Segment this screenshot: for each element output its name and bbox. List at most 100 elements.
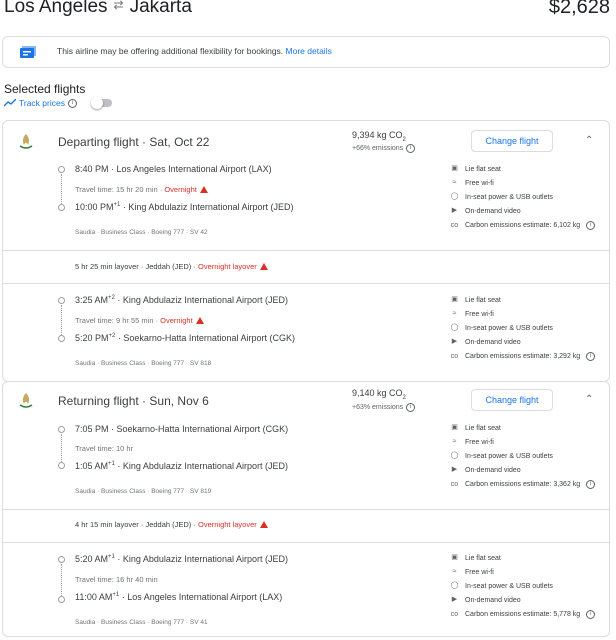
co2-icon: co [450,221,459,229]
co2-value: 9,140 kg CO [352,388,403,398]
travel-duration: Travel time: 9 hr 55 min [75,316,154,325]
divider [2,509,610,510]
departing-co2-delta: +66% emissions i [352,144,416,153]
amenity-label: In-seat power & USB outlets [465,193,553,201]
power-icon: ◯ [450,582,459,589]
amenity-wifi: ≈ Free wi-fi [450,568,494,576]
amenity-lie-flat: ▣ Lie flat seat [450,296,501,304]
power-icon: ◯ [450,324,459,331]
flight-direction: Departing flight [58,135,139,149]
video-icon: ▶ [451,207,458,214]
travel-time: Travel time: 15 hr 20 min · Overnight [75,185,208,194]
co2-icon: co [450,352,459,360]
departure-row: 7:05 PM · Soekarno-Hatta International A… [75,424,289,434]
total-price: $2,628 [548,0,610,18]
divider [2,542,610,543]
amenity-label: Free wi-fi [465,179,494,187]
departing-co2: 9,394 kg CO2 [352,130,406,143]
saudia-logo-icon [19,134,33,149]
timeline-dot [58,462,65,469]
timeline-dot [58,426,65,433]
change-returning-button[interactable]: Change flight [471,389,553,411]
chevron-up-icon[interactable]: ⌃ [585,395,595,405]
info-icon[interactable]: i [586,221,596,230]
track-prices-label: Track prices [19,98,65,108]
wifi-icon: ≈ [452,310,457,317]
amenity-label: Lie flat seat [465,554,501,562]
amenity-label: In-seat power & USB outlets [465,452,553,460]
info-icon[interactable]: i [406,403,416,412]
emissions-delta: +63% emissions [352,404,404,411]
power-icon: ◯ [450,452,459,459]
amenity-wifi: ≈ Free wi-fi [450,438,494,446]
info-icon[interactable]: i [586,610,596,619]
divider [2,283,610,284]
divider [2,250,610,251]
video-icon: ▶ [451,338,458,345]
arrival-airport: Soekarno-Hatta International Airport (CG… [123,333,295,343]
layover-row: 4 hr 15 min layover · Jeddah (JED) · Ove… [75,520,268,529]
amenity-video: ▶ On-demand video [450,338,521,346]
selected-flights-heading: Selected flights [4,82,86,96]
track-prices-toggle[interactable] [91,97,112,109]
returning-co2-delta: +63% emissions i [352,403,416,412]
flight-meta: Saudia · Business Class · Boeing 777 · S… [75,619,208,626]
departure-time: 7:05 PM [75,424,109,434]
amenity-wifi: ≈ Free wi-fi [450,179,494,187]
overnight-layover-label: Overnight layover [197,520,257,529]
amenity-label: On-demand video [465,596,521,604]
amenity-emissions: co Carbon emissions estimate: 5,778 kg i [450,610,596,619]
flexibility-banner: This airline may be offering additional … [2,36,610,68]
info-icon[interactable]: i [586,480,596,489]
day-offset: +1 [108,461,115,467]
amenity-power: ◯ In-seat power & USB outlets [450,193,553,201]
departure-airport: Los Angeles International Airport (LAX) [116,164,272,174]
flight-meta: Saudia · Business Class · Boeing 777 · S… [75,229,208,236]
power-icon: ◯ [450,193,459,200]
amenity-power: ◯ In-seat power & USB outlets [450,452,553,460]
saudia-logo-icon [19,393,33,408]
emissions-delta: +66% emissions [352,145,404,152]
amenity-emissions: co Carbon emissions estimate: 3,292 kg i [450,352,596,361]
amenity-wifi: ≈ Free wi-fi [450,310,494,318]
amenity-label: On-demand video [465,207,521,215]
amenity-label: Free wi-fi [465,310,494,318]
amenity-lie-flat: ▣ Lie flat seat [450,165,501,173]
seat-icon: ▣ [451,296,458,303]
departure-time: 3:25 AM [75,295,109,305]
arrival-airport: Los Angeles International Airport (LAX) [127,592,283,602]
day-offset: +1 [112,592,120,598]
warning-icon [195,317,204,324]
co2-value: 9,394 kg CO [352,130,403,140]
info-icon[interactable]: i [67,98,77,108]
info-icon[interactable]: i [586,352,596,361]
layover-row: 5 hr 25 min layover · Jeddah (JED) · Ove… [75,262,268,271]
video-icon: ▶ [451,596,458,603]
travel-time: Travel time: 10 hr [75,444,134,453]
ticket-icon [20,46,36,58]
route-title: Los Angeles ⇄ Jakarta [4,0,192,18]
amenity-label: On-demand video [465,338,521,346]
origin-city: Los Angeles [4,0,108,17]
amenity-label: Carbon emissions estimate: 3,292 kg [465,353,581,360]
co2-subscript: 2 [402,394,406,401]
travel-time: Travel time: 16 hr 40 min [75,575,158,584]
amenity-label: On-demand video [465,466,521,474]
departure-time: 8:40 PM [75,164,109,174]
departure-airport: King Abdulaziz International Airport (JE… [122,295,288,305]
chevron-up-icon[interactable]: ⌃ [585,136,595,146]
wifi-icon: ≈ [452,438,457,445]
wifi-icon: ≈ [452,568,457,575]
amenity-label: Lie flat seat [465,424,501,432]
travel-duration: Travel time: 15 hr 20 min [75,185,158,194]
departing-title: Departing flight · Sat, Oct 22 [58,135,210,149]
departure-row: 3:25 AM+2 · King Abdulaziz International… [75,295,288,305]
amenity-label: In-seat power & USB outlets [465,582,553,590]
arrival-time: 1:05 AM [75,461,109,471]
flight-date: Sun, Nov 6 [149,394,209,408]
change-departing-button[interactable]: Change flight [471,130,553,152]
info-icon[interactable]: i [406,144,416,153]
more-details-link[interactable]: More details [286,46,332,56]
timeline-dot [58,596,65,603]
amenity-lie-flat: ▣ Lie flat seat [450,424,501,432]
